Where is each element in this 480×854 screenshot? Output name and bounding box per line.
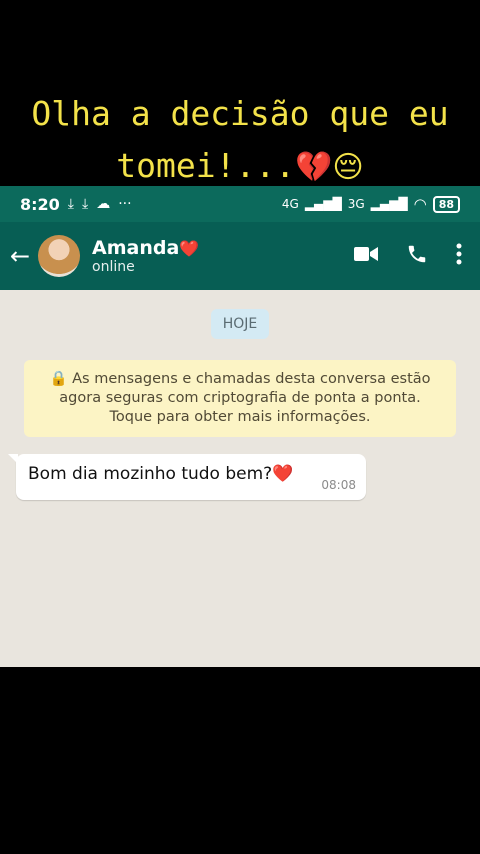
network-3g-label: 3G — [347, 197, 365, 211]
cloud-icon: ☁ — [96, 196, 111, 212]
status-bar: 8:20 ⤓ ⤓ ☁ ··· 4G ▂▄▆█ 3G ▂▄▆█ ◠ 88 — [0, 186, 480, 222]
status-right: 4G ▂▄▆█ 3G ▂▄▆█ ◠ 88 — [282, 195, 460, 213]
signal-icon: ▂▄▆█ — [304, 197, 342, 211]
date-pill: HOJE — [211, 309, 269, 339]
download-icon-2: ⤓ — [82, 196, 89, 212]
more-options-icon[interactable] — [456, 243, 462, 269]
encryption-notice[interactable]: 🔒 As mensagens e chamadas desta conversa… — [24, 360, 456, 437]
back-arrow-icon[interactable]: ← — [10, 242, 36, 270]
chat-header: ← Amanda❤️ online — [0, 222, 480, 290]
voice-call-icon[interactable] — [406, 243, 428, 269]
chat-area: HOJE 🔒 As mensagens e chamadas desta con… — [0, 290, 480, 667]
contact-name-emoji: ❤️ — [179, 239, 200, 258]
download-icon: ⤓ — [67, 196, 74, 212]
contact-name-row: Amanda❤️ — [92, 237, 199, 259]
contact-status: online — [92, 259, 135, 275]
battery-icon: 88 — [432, 195, 460, 213]
wifi-icon: ◠ — [413, 195, 427, 213]
overlay-caption: Olha a decisão que eu tomei!...💔😔 — [0, 88, 480, 194]
video-call-icon[interactable] — [354, 246, 378, 266]
lock-icon: 🔒 — [49, 371, 68, 387]
message-emoji: ❤️ — [272, 464, 294, 484]
message-text-row: Bom dia mozinho tudo bem?❤️ — [28, 464, 293, 484]
whatsapp-screen: 8:20 ⤓ ⤓ ☁ ··· 4G ▂▄▆█ 3G ▂▄▆█ ◠ 88 ← Am… — [0, 186, 480, 667]
incoming-message-bubble[interactable]: Bom dia mozinho tudo bem?❤️ 08:08 — [8, 454, 366, 500]
message-text: Bom dia mozinho tudo bem? — [28, 464, 273, 484]
encryption-notice-text: As mensagens e chamadas desta conversa e… — [59, 371, 431, 425]
signal-icon-2: ▂▄▆█ — [370, 197, 408, 211]
network-4g-label: 4G — [281, 197, 299, 211]
caption-emojis: 💔😔 — [295, 150, 364, 185]
caption-line1: Olha a decisão que eu — [31, 94, 449, 133]
header-actions — [354, 243, 470, 269]
avatar[interactable] — [38, 235, 80, 277]
more-notifications-icon: ··· — [118, 196, 132, 212]
status-time: 8:20 — [20, 194, 60, 214]
contact-name: Amanda — [92, 237, 180, 259]
message-time: 08:08 — [321, 478, 356, 492]
caption-line2-text: tomei!... — [116, 146, 296, 185]
contact-info[interactable]: Amanda❤️ online — [92, 237, 199, 275]
